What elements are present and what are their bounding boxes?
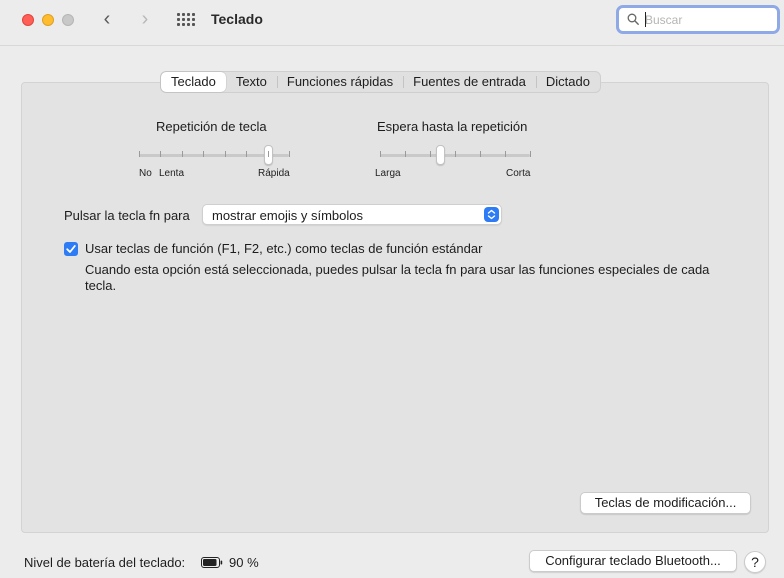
search-icon — [627, 13, 639, 25]
tab-fuentes-de-entrada[interactable]: Fuentes de entrada — [403, 72, 536, 92]
slider-tick — [139, 151, 140, 157]
slider-tick — [182, 151, 183, 157]
slider-tick — [225, 151, 226, 157]
battery-level-label: Nivel de batería del teclado: — [24, 555, 186, 570]
tab-texto[interactable]: Texto — [226, 72, 277, 92]
slider-tick — [530, 151, 531, 157]
repeat-delay-min-label: Larga — [375, 168, 401, 179]
tab-funciones-rapidas[interactable]: Funciones rápidas — [276, 72, 403, 92]
function-keys-description: Cuando esta opción está seleccionada, pu… — [85, 262, 710, 293]
minimize-window-button[interactable] — [42, 14, 54, 26]
key-repeat-label: Repetición de tecla — [156, 119, 267, 134]
function-keys-checkbox[interactable] — [64, 242, 78, 256]
slider-tick — [430, 151, 431, 157]
slider-tick — [455, 151, 456, 157]
repeat-delay-slider-thumb[interactable] — [436, 145, 445, 165]
key-repeat-slow-label: Lenta — [159, 168, 185, 179]
setup-bluetooth-keyboard-button[interactable]: Configurar teclado Bluetooth... — [529, 550, 737, 572]
slider-tick — [203, 151, 204, 157]
keyboard-settings-panel — [21, 82, 769, 533]
fn-key-popup[interactable]: mostrar emojis y símbolos — [202, 204, 502, 225]
slider-tick — [380, 151, 381, 157]
updown-chevron-icon — [484, 207, 499, 222]
back-chevron-icon[interactable]: ‹ — [97, 9, 117, 30]
key-repeat-min-label: No — [139, 168, 152, 179]
help-button[interactable]: ? — [744, 551, 766, 573]
search-field[interactable] — [616, 5, 780, 34]
slider-tick — [405, 151, 406, 157]
text-cursor — [645, 12, 646, 27]
slider-tick — [246, 151, 247, 157]
tab-teclado[interactable]: Teclado — [161, 72, 226, 92]
zoom-window-button[interactable] — [62, 14, 74, 26]
slider-tick — [505, 151, 506, 157]
close-window-button[interactable] — [22, 14, 34, 26]
fn-key-label: Pulsar la tecla fn para — [64, 208, 190, 223]
tab-dictado[interactable]: Dictado — [535, 72, 600, 92]
slider-tick — [268, 151, 269, 157]
slider-tick — [480, 151, 481, 157]
forward-chevron-icon[interactable]: › — [135, 9, 155, 30]
repeat-delay-max-label: Corta — [506, 168, 531, 179]
battery-icon — [201, 557, 223, 568]
repeat-delay-label: Espera hasta la repetición — [377, 119, 528, 134]
function-keys-label[interactable]: Usar teclas de función (F1, F2, etc.) co… — [85, 241, 482, 256]
battery-level-value: 90 % — [229, 555, 259, 570]
slider-tick — [160, 151, 161, 157]
slider-tick — [289, 151, 290, 157]
modifier-keys-button[interactable]: Teclas de modificación... — [580, 492, 751, 514]
fn-key-selected-value: mostrar emojis y símbolos — [212, 208, 363, 223]
tab-bar: Teclado Texto Funciones rápidas Fuentes … — [160, 71, 601, 93]
window-title: Teclado — [211, 11, 263, 27]
search-input[interactable] — [645, 11, 773, 28]
key-repeat-max-label: Rápida — [258, 168, 290, 179]
show-all-grid-icon[interactable] — [177, 13, 195, 27]
title-bar: ‹ › Teclado — [0, 0, 784, 46]
